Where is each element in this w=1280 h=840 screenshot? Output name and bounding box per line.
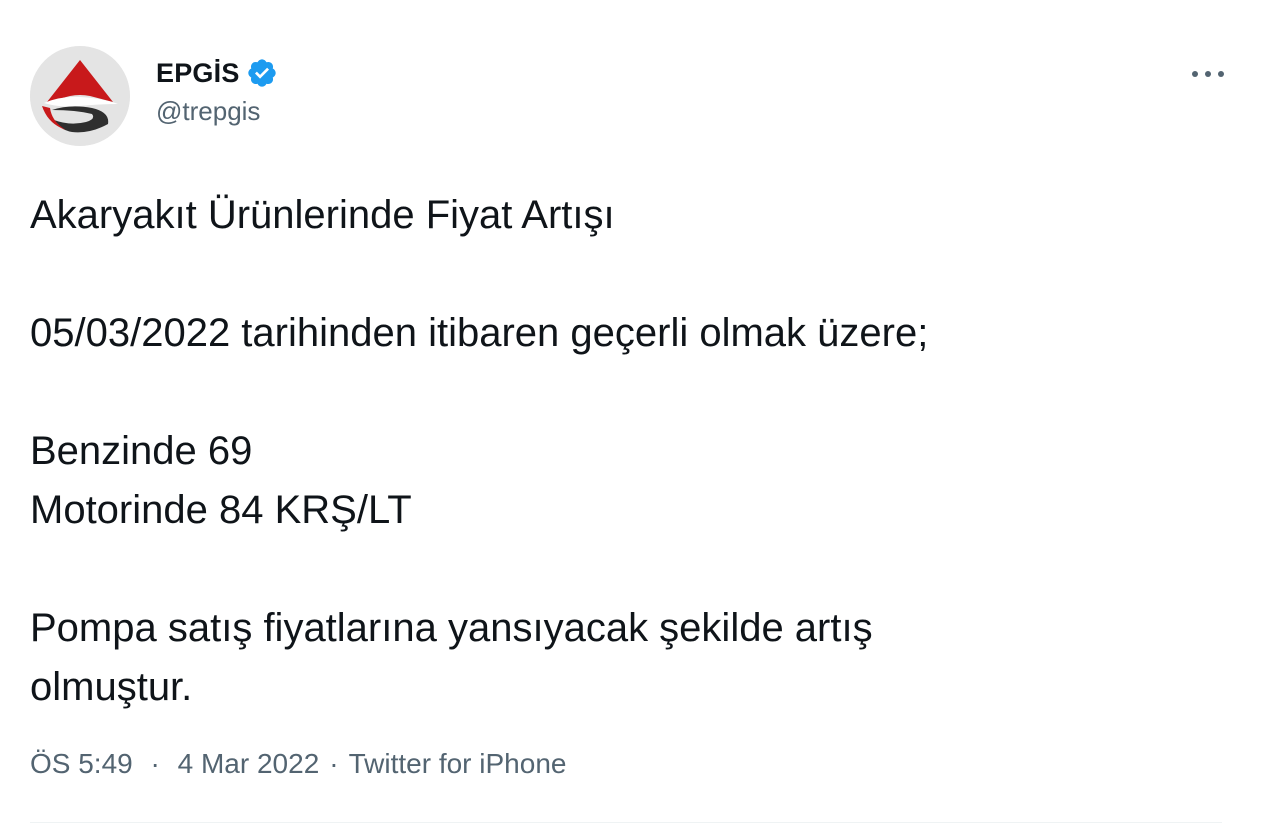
tweet-source-link[interactable]: Twitter for iPhone	[349, 748, 567, 780]
tweet-line: Akaryakıt Ürünlerinde Fiyat Artışı	[30, 193, 615, 237]
display-name[interactable]: EPGİS	[156, 58, 240, 89]
verified-badge-icon	[247, 59, 276, 87]
tweet-header: EPGİS @trepgis	[30, 46, 1250, 146]
author-names: EPGİS @trepgis	[156, 56, 278, 127]
author-handle[interactable]: @trepgis	[156, 96, 278, 127]
tweet-card: EPGİS @trepgis Akaryakıt Ürünlerinde Fiy…	[0, 0, 1280, 840]
tweet-time-link[interactable]: ÖS 5:49 · 4 Mar 2022	[30, 748, 319, 780]
more-options-button[interactable]	[1186, 60, 1230, 88]
tweet-meta: ÖS 5:49 · 4 Mar 2022 · Twitter for iPhon…	[30, 748, 566, 780]
meta-separator: ·	[329, 748, 339, 779]
epgis-logo-icon	[30, 46, 130, 146]
tweet-line: Pompa satış fiyatlarına yansıyacak şekil…	[30, 606, 873, 650]
avatar[interactable]	[30, 46, 130, 146]
tweet-date: 4 Mar 2022	[177, 748, 320, 779]
divider	[30, 822, 1222, 823]
tweet-text: Akaryakıt Ürünlerinde Fiyat Artışı 05/03…	[30, 186, 1210, 717]
meta-separator: ·	[150, 748, 160, 779]
tweet-line: olmuştur.	[30, 665, 193, 709]
more-options-icon	[1192, 71, 1224, 77]
tweet-time: ÖS 5:49	[30, 748, 133, 779]
tweet-line: Motorinde 84 KRŞ/LT	[30, 488, 412, 532]
display-name-row: EPGİS	[156, 56, 278, 90]
tweet-line: Benzinde 69	[30, 429, 253, 473]
tweet-line: 05/03/2022 tarihinden itibaren geçerli o…	[30, 311, 929, 355]
